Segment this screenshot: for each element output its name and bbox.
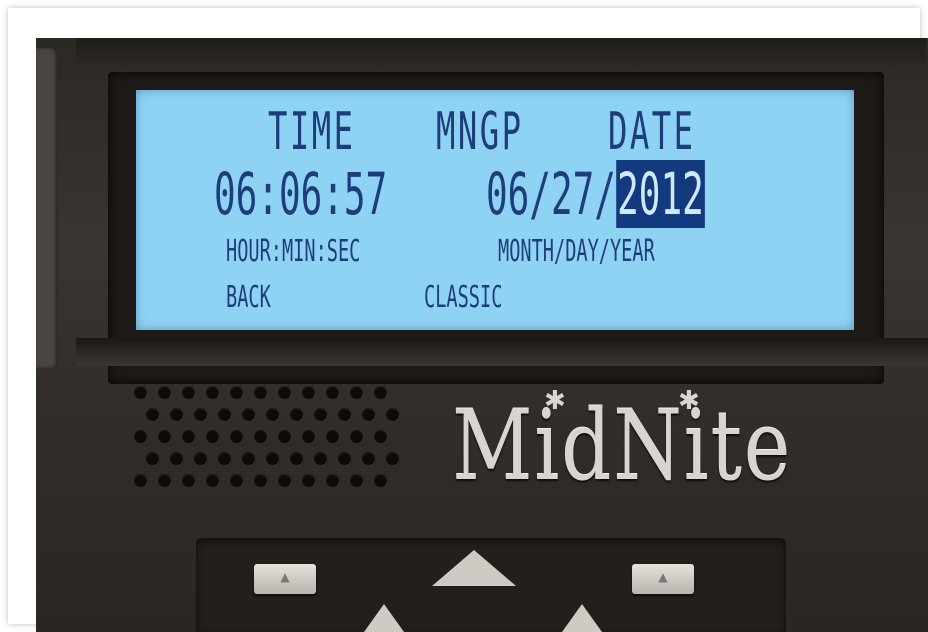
speaker-hole: [290, 408, 303, 421]
date-year-selected[interactable]: 2012: [615, 160, 705, 228]
speaker-hole: [278, 386, 291, 399]
date-month-day: 06/27/: [486, 160, 616, 228]
speaker-hole: [134, 474, 147, 487]
speaker-hole: [230, 474, 243, 487]
date-value: 06/27/2012: [486, 160, 705, 228]
speaker-hole: [290, 452, 303, 465]
speaker-hole: [338, 452, 351, 465]
speaker-hole: [302, 386, 315, 399]
speaker-hole: [302, 430, 315, 443]
speaker-hole: [230, 430, 243, 443]
speaker-hole: [314, 452, 327, 465]
left-softkey-button[interactable]: ▲: [254, 564, 316, 594]
photo-frame: TIME MNGP DATE 06:06:57 06/27/2012 HOUR:…: [8, 8, 928, 632]
speaker-hole: [314, 408, 327, 421]
speaker-hole: [266, 408, 279, 421]
logo-star-icon: ✱: [678, 386, 700, 416]
logo-wordmark: MidNite: [452, 390, 792, 502]
key-marker-icon: ▲: [280, 570, 290, 584]
speaker-hole: [350, 430, 363, 443]
speaker-hole: [134, 430, 147, 443]
speaker-hole: [182, 474, 195, 487]
speaker-grille-icon: [134, 386, 404, 506]
speaker-hole: [194, 452, 207, 465]
speaker-hole: [278, 474, 291, 487]
speaker-hole: [170, 408, 183, 421]
logo-star-icon: ✱: [544, 386, 566, 416]
top-ridge: [76, 38, 926, 66]
speaker-hole: [362, 408, 375, 421]
speaker-hole: [254, 430, 267, 443]
key-marker-icon: ▲: [658, 570, 668, 584]
speaker-hole: [182, 430, 195, 443]
speaker-hole: [146, 408, 159, 421]
speaker-hole: [182, 386, 195, 399]
softkey-back-label: BACK: [226, 280, 271, 315]
speaker-hole: [206, 474, 219, 487]
speaker-hole: [386, 408, 399, 421]
header-mode: MNGP: [436, 102, 524, 162]
keypad-panel: ▲ ▲: [196, 538, 786, 632]
speaker-hole: [194, 408, 207, 421]
speaker-hole: [230, 386, 243, 399]
speaker-hole: [374, 430, 387, 443]
speaker-hole: [206, 430, 219, 443]
display-ledge: [76, 338, 928, 366]
speaker-hole: [146, 452, 159, 465]
speaker-hole: [374, 386, 387, 399]
header-date: DATE: [608, 102, 696, 162]
speaker-hole: [170, 452, 183, 465]
speaker-hole: [158, 386, 171, 399]
lcd-screen: TIME MNGP DATE 06:06:57 06/27/2012 HOUR:…: [136, 90, 854, 330]
speaker-hole: [326, 474, 339, 487]
speaker-hole: [158, 430, 171, 443]
speaker-hole: [326, 386, 339, 399]
speaker-hole: [374, 474, 387, 487]
speaker-hole: [254, 474, 267, 487]
speaker-hole: [350, 386, 363, 399]
right-arrow-icon[interactable]: [562, 604, 602, 632]
speaker-hole: [386, 452, 399, 465]
charge-controller-device: TIME MNGP DATE 06:06:57 06/27/2012 HOUR:…: [36, 38, 928, 632]
speaker-hole: [134, 386, 147, 399]
speaker-hole: [326, 430, 339, 443]
speaker-hole: [158, 474, 171, 487]
header-time: TIME: [268, 102, 356, 162]
speaker-hole: [242, 452, 255, 465]
date-format-label: MONTH/DAY/YEAR: [498, 234, 655, 269]
speaker-hole: [350, 474, 363, 487]
speaker-hole: [338, 408, 351, 421]
left-arrow-icon[interactable]: [364, 604, 404, 632]
softkey-classic-label: CLASSIC: [424, 280, 503, 315]
speaker-hole: [242, 408, 255, 421]
speaker-hole: [206, 386, 219, 399]
speaker-hole: [278, 430, 291, 443]
speaker-hole: [218, 408, 231, 421]
speaker-hole: [254, 386, 267, 399]
up-arrow-icon[interactable]: [432, 550, 516, 586]
left-side-tab: [36, 48, 58, 368]
speaker-hole: [362, 452, 375, 465]
right-softkey-button[interactable]: ▲: [632, 564, 694, 594]
speaker-hole: [302, 474, 315, 487]
speaker-hole: [218, 452, 231, 465]
speaker-hole: [266, 452, 279, 465]
time-value: 06:06:57: [214, 160, 388, 228]
time-format-label: HOUR:MIN:SEC: [226, 234, 361, 269]
midnite-logo: MidNite ✱ ✱: [452, 386, 832, 520]
